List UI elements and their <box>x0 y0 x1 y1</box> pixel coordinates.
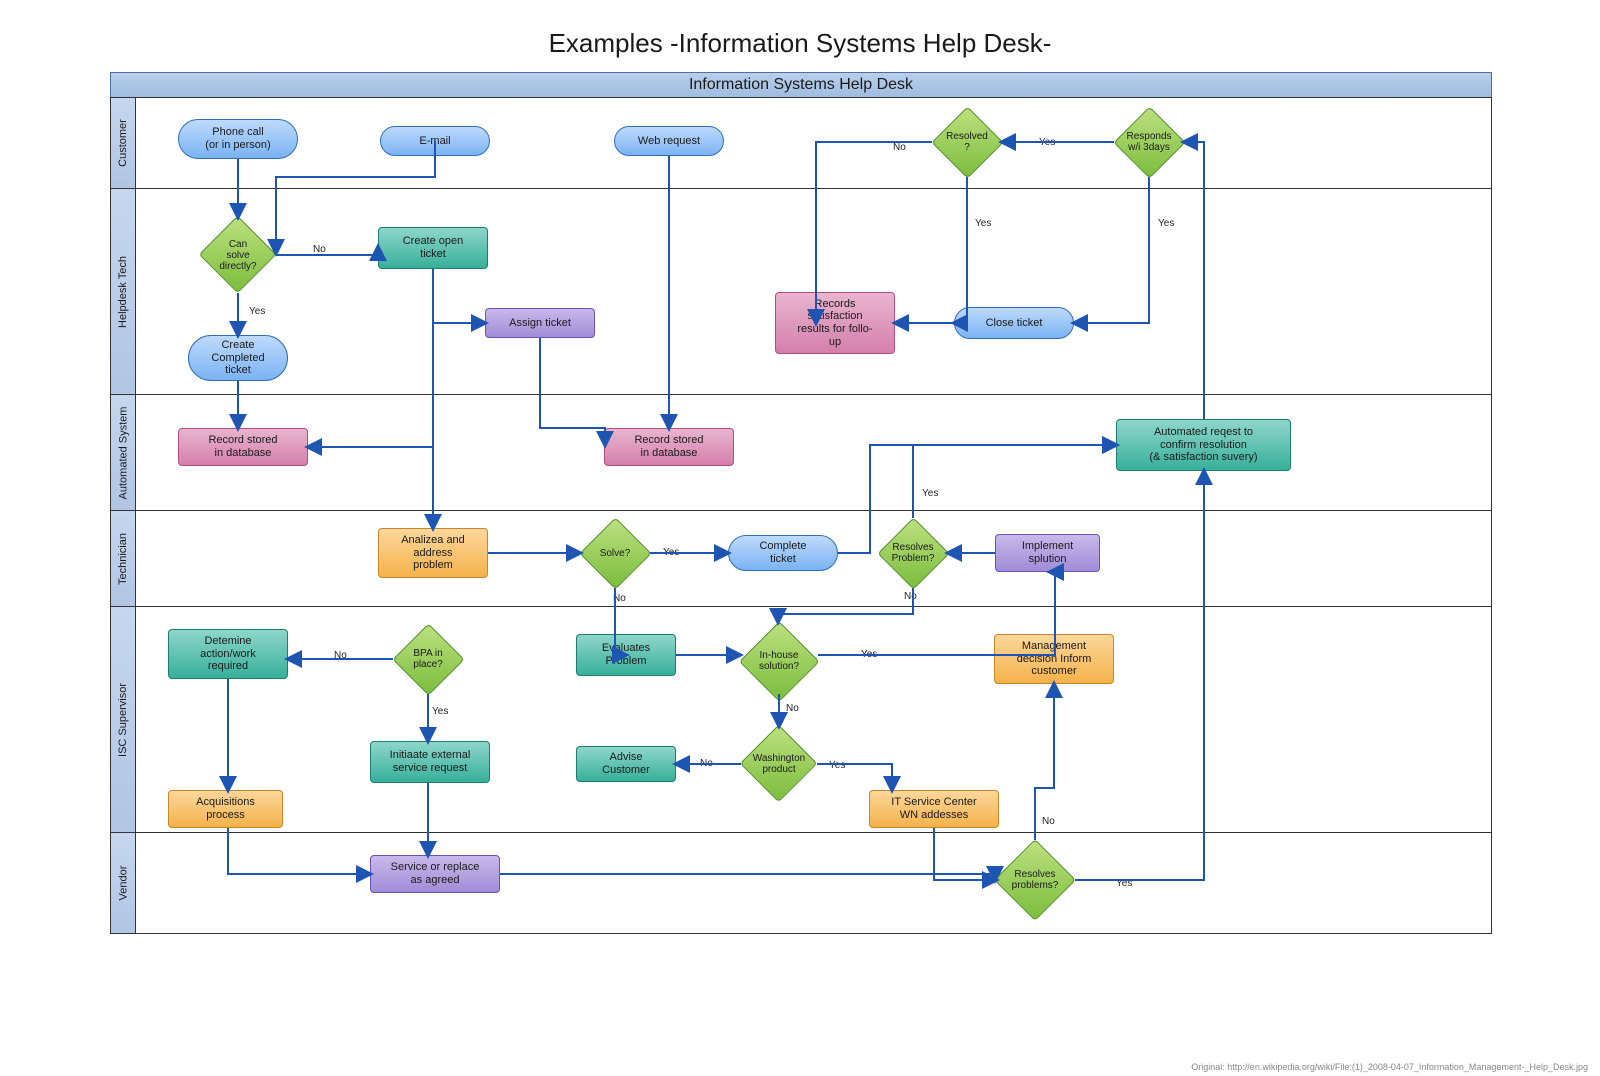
edge-label-no: No <box>786 703 799 714</box>
node-automated-request: Automated reqest toconfirm resolution(& … <box>1116 419 1291 471</box>
edge-label-yes: Yes <box>1039 137 1055 148</box>
node-close-ticket: Close ticket <box>954 307 1074 339</box>
node-responds-3days: Respondsw/i 3days <box>1114 107 1184 177</box>
node-web-request: Web request <box>614 126 724 156</box>
edge-label-yes: Yes <box>663 547 679 558</box>
lane-helpdesk: Helpdesk Tech <box>111 188 1491 394</box>
node-can-solve: Cansolvedirectly? <box>200 217 276 293</box>
swimlane-banner: Information Systems Help Desk <box>110 72 1492 98</box>
edge-label-no: No <box>893 142 906 153</box>
edge-label-no: No <box>1042 816 1055 827</box>
diagram-title: Examples -Information Systems Help Desk- <box>0 28 1600 59</box>
lane-label: Customer <box>117 119 129 167</box>
node-washington-product: Washingtonproduct <box>741 726 817 802</box>
edge-label-yes: Yes <box>249 306 265 317</box>
lane-vendor: Vendor <box>111 832 1491 933</box>
edge-label-no: No <box>700 758 713 769</box>
node-resolved: Resolved? <box>932 107 1002 177</box>
node-acquisitions: Acquisitionsprocess <box>168 790 283 828</box>
node-assign-ticket: Assign ticket <box>485 308 595 338</box>
node-resolves-problems-2: Resolvesproblems? <box>995 840 1075 920</box>
lane-label: Helpdesk Tech <box>117 256 129 328</box>
lane-customer: Customer <box>111 97 1491 188</box>
edge-label-no: No <box>613 593 626 604</box>
node-phone-call: Phone call(or in person) <box>178 119 298 159</box>
edge-label-yes: Yes <box>432 706 448 717</box>
node-create-open-ticket: Create openticket <box>378 227 488 269</box>
edge-label-yes: Yes <box>975 218 991 229</box>
edge-label-yes: Yes <box>861 649 877 660</box>
node-initiate-external: Initiaate externalservice request <box>370 741 490 783</box>
node-analyze-problem: Analizea andaddressproblem <box>378 528 488 578</box>
node-inhouse-solution: In-housesolution? <box>740 622 818 700</box>
node-solve: Solve? <box>580 518 650 588</box>
node-advise-customer: AdviseCustomer <box>576 746 676 782</box>
node-evaluates-problem: EvaluatesProblem <box>576 634 676 676</box>
node-it-service-center: IT Service CenterWN addesses <box>869 790 999 828</box>
node-bpa: BPA inplace? <box>393 624 463 694</box>
node-record-db-1: Record storedin database <box>178 428 308 466</box>
node-email: E-mail <box>380 126 490 156</box>
lane-label: ISC Supervisor <box>117 683 129 757</box>
node-create-completed-ticket: CreateCompletedticket <box>188 335 288 381</box>
lane-label: Automated System <box>117 406 129 499</box>
edge-label-no: No <box>334 650 347 661</box>
edge-label-no: No <box>904 591 917 602</box>
node-management-decision: Managementdecision Informcustomer <box>994 634 1114 684</box>
edge-label-no: No <box>313 244 326 255</box>
edge-label-yes: Yes <box>1116 878 1132 889</box>
edge-label-yes: Yes <box>922 488 938 499</box>
lane-label: Technician <box>117 533 129 585</box>
swimlane-container: Customer Helpdesk Tech Automated System … <box>110 97 1492 934</box>
edge-label-yes: Yes <box>1158 218 1174 229</box>
node-service-replace: Service or replaceas agreed <box>370 855 500 893</box>
lane-label: Vendor <box>117 866 129 901</box>
node-determine-work: Detemineaction/workrequired <box>168 629 288 679</box>
node-implement-solution: Implementsplution <box>995 534 1100 572</box>
node-record-db-2: Record storedin database <box>604 428 734 466</box>
credit-text: Original: http://en.wikipedia.org/wiki/F… <box>1191 1062 1588 1072</box>
node-complete-ticket: Completeticket <box>728 535 838 571</box>
edge-label-yes: Yes <box>829 760 845 771</box>
node-resolves-problem: ResolvesProblem? <box>878 518 948 588</box>
node-satisfaction-records: Recordssatisfactionresults for follo-up <box>775 292 895 354</box>
